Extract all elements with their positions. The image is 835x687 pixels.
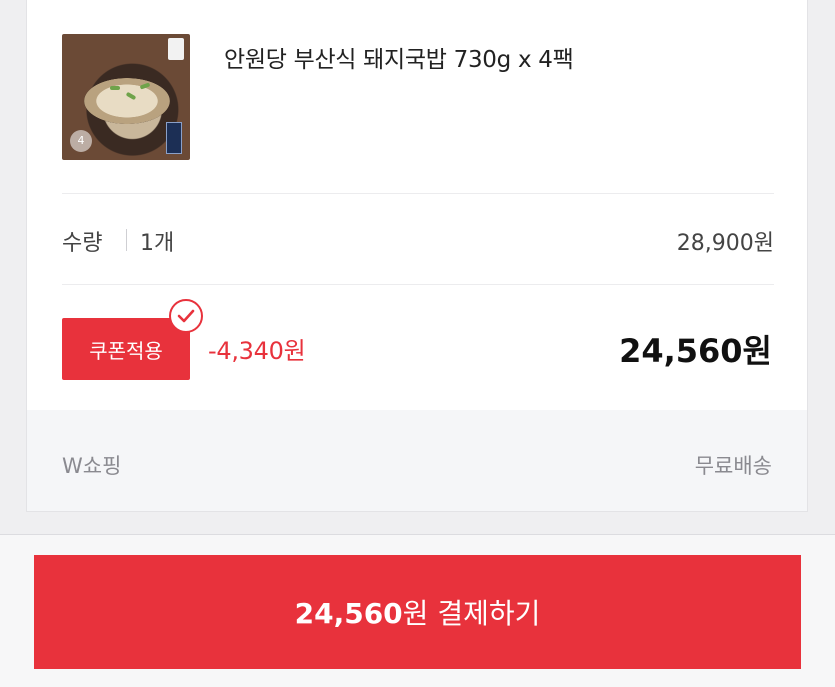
divider xyxy=(62,193,774,194)
separator xyxy=(126,229,127,251)
soup-bowl-image xyxy=(84,78,170,124)
coupon-check-icon xyxy=(169,299,203,333)
image-count-badge: 4 xyxy=(70,130,92,152)
package-label xyxy=(168,38,184,60)
shipping-info: 무료배송 xyxy=(694,454,772,478)
divider xyxy=(62,284,774,285)
checkout-button[interactable]: 24,560원 결제하기 xyxy=(34,555,801,669)
product-title[interactable]: 안원당 부산식 돼지국밥 730g x 4팩 xyxy=(224,40,574,74)
original-price: 28,900원 xyxy=(676,231,774,256)
quantity-value: 1개 xyxy=(140,231,175,256)
product-thumbnail[interactable]: 4 xyxy=(62,34,190,160)
order-card: 4 안원당 부산식 돼지국밥 730g x 4팩 수량 1개 28,900원 쿠… xyxy=(26,0,808,512)
seller-bar: W쇼핑 무료배송 xyxy=(27,410,807,511)
garnish xyxy=(110,86,120,90)
package-image xyxy=(166,122,182,154)
quantity-row: 수량 1개 28,900원 xyxy=(62,225,774,256)
seller-name[interactable]: W쇼핑 xyxy=(62,450,121,480)
checkout-amount: 24,560 xyxy=(294,597,403,630)
quantity-label: 수량 xyxy=(62,231,103,256)
discount-amount: -4,340원 xyxy=(208,337,306,365)
checkout-label: 원 결제하기 xyxy=(402,597,541,630)
final-price: 24,560원 xyxy=(619,332,772,370)
